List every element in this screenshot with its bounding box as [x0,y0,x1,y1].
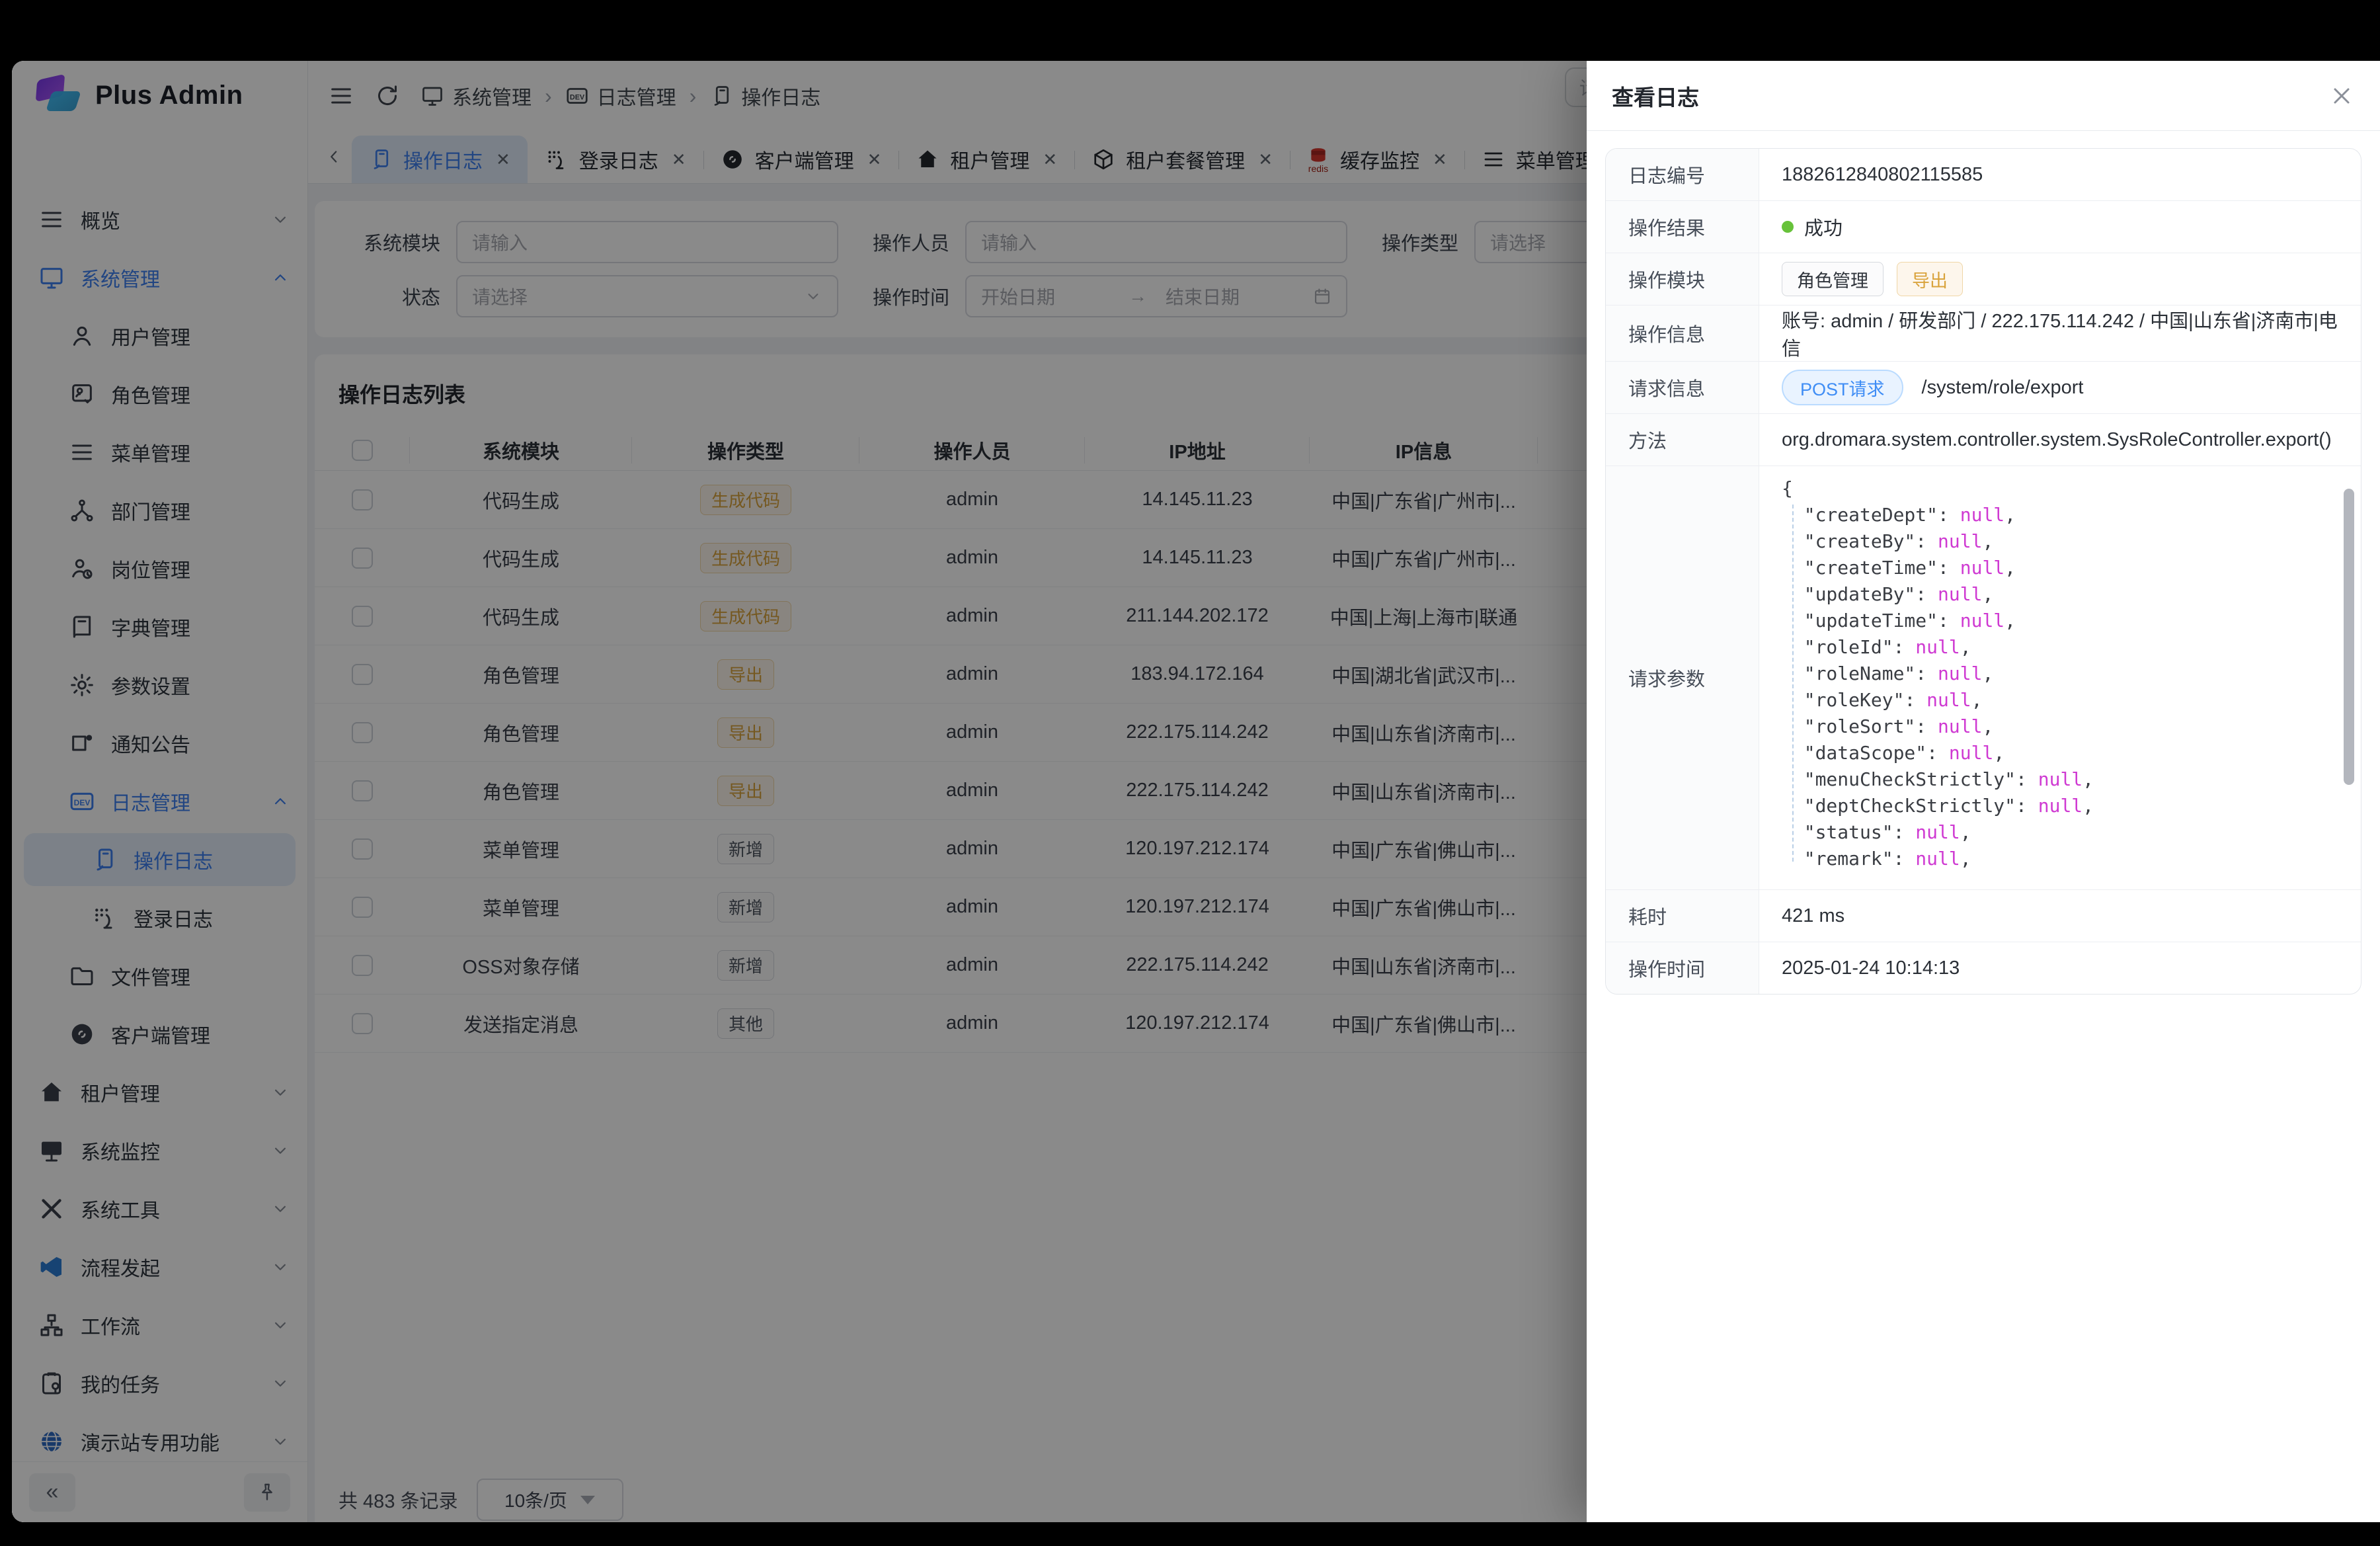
detail-row-result: 操作结果 成功 [1606,200,2361,253]
op-info-label: 操作信息 [1606,305,1759,361]
scrollbar-thumb[interactable] [2344,489,2354,785]
module-label: 操作模块 [1606,253,1759,305]
drawer-title: 查看日志 [1612,80,1699,112]
request-path: /system/role/export [1922,377,2084,399]
params-value: { "createDept": null, "createBy": null, … [1759,466,2361,889]
detail-row-duration: 耗时 421 ms [1606,889,2361,942]
request-label: 请求信息 [1606,362,1759,413]
params-label: 请求参数 [1606,466,1759,889]
app-window: Plus Admin 概览系统管理用户管理角色管理菜单管理部门管理岗位管理字典管… [12,61,2380,1522]
detail-row-params: 请求参数 { "createDept": null, "createBy": n… [1606,466,2361,889]
request-params-json: { "createDept": null, "createBy": null, … [1782,475,2332,872]
log-id-value: 1882612840802115585 [1759,149,2361,200]
op-time-value: 2025-01-24 10:14:13 [1759,942,2361,994]
detail-row-method: 方法 org.dromara.system.controller.system.… [1606,413,2361,466]
success-dot-icon [1782,221,1794,233]
duration-label: 耗时 [1606,890,1759,942]
detail-row-log-id: 日志编号 1882612840802115585 [1606,149,2361,200]
post-request-tag: POST请求 [1782,370,1903,405]
drawer-header: 查看日志 [1587,61,2380,131]
op-time-label: 操作时间 [1606,942,1759,994]
result-label: 操作结果 [1606,201,1759,253]
close-icon[interactable] [2328,83,2355,109]
request-value: POST请求 /system/role/export [1759,362,2361,413]
detail-row-request: 请求信息 POST请求 /system/role/export [1606,361,2361,413]
result-value: 成功 [1759,201,2361,253]
action-tag: 导出 [1897,262,1963,296]
op-info-value: 账号: admin / 研发部门 / 222.175.114.242 / 中国|… [1759,305,2361,361]
log-id-label: 日志编号 [1606,149,1759,200]
detail-row-op-info: 操作信息 账号: admin / 研发部门 / 222.175.114.242 … [1606,305,2361,361]
indent-guide [1792,505,1794,862]
view-log-drawer: 查看日志 日志编号 1882612840802115585 操作结果 成功 操作… [1587,61,2380,1522]
detail-row-module: 操作模块 角色管理 导出 [1606,253,2361,305]
method-label: 方法 [1606,414,1759,466]
detail-row-op-time: 操作时间 2025-01-24 10:14:13 [1606,942,2361,994]
module-value: 角色管理 导出 [1759,253,2361,305]
log-detail-table: 日志编号 1882612840802115585 操作结果 成功 操作模块 角色… [1605,148,2361,995]
method-value: org.dromara.system.controller.system.Sys… [1759,414,2361,466]
duration-value: 421 ms [1759,890,2361,942]
result-text: 成功 [1804,213,1843,241]
module-tag: 角色管理 [1782,262,1884,296]
modal-overlay[interactable] [12,61,1587,1522]
